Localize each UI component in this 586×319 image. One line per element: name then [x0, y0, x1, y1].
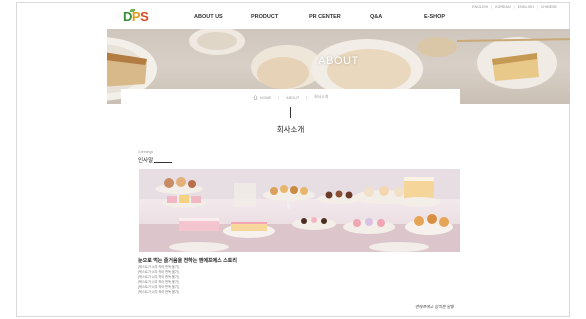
breadcrumb-current[interactable]: 회사소개: [314, 95, 328, 100]
breadcrumb-home[interactable]: HOME: [253, 95, 271, 100]
language-link[interactable]: ENGLISH: [472, 5, 488, 9]
dessert-illustration: [139, 169, 460, 252]
greetings-caption: Greetings: [138, 150, 154, 154]
language-link[interactable]: CHINESE: [541, 5, 557, 9]
greetings-underline: [154, 162, 173, 163]
page-title: 회사소개: [276, 125, 305, 134]
hero-title: ABOUT: [318, 55, 359, 67]
leaf-icon: [130, 9, 135, 12]
home-icon: [253, 95, 258, 100]
nav-qna[interactable]: Q&A: [370, 14, 382, 20]
main-nav: ABOUT US PRODUCT PR CENTER Q&A E-SHOP: [172, 14, 472, 24]
breadcrumb: HOME | ABOUT | 회사소개: [121, 95, 460, 100]
breadcrumb-home-label: HOME: [259, 95, 272, 100]
site-logo[interactable]: D P S: [123, 9, 151, 25]
story-line: (텍스트가 너무 작아 판독 불가): [138, 290, 179, 294]
signature: 엔에프에스 임직원 일동: [414, 304, 454, 309]
nav-pr-center[interactable]: PR CENTER: [309, 14, 341, 20]
language-links: ENGLISH | KOREAN | ENGLISH | CHINESE: [472, 5, 557, 9]
logo-letter: S: [140, 9, 149, 24]
greetings-label: 인사말: [138, 158, 154, 164]
language-link[interactable]: KOREAN: [495, 5, 510, 9]
breadcrumb-about[interactable]: ABOUT: [286, 96, 299, 100]
dessert-table-photo: [139, 169, 460, 252]
story-title: 눈으로 먹는 즐거움을 전하는 엔에프에스 스토리: [138, 258, 237, 264]
nav-about-us[interactable]: ABOUT US: [194, 14, 223, 20]
nav-e-shop[interactable]: E-SHOP: [424, 14, 445, 20]
language-link[interactable]: ENGLISH: [518, 5, 534, 9]
content-panel: HOME | ABOUT | 회사소개 회사소개 Greetings 인사말 눈…: [121, 89, 460, 315]
greetings-heading: 인사말: [138, 156, 173, 164]
nav-product[interactable]: PRODUCT: [251, 14, 278, 20]
story-body: (텍스트가 너무 작아 판독 불가) (텍스트가 너무 작아 판독 불가) (텍…: [138, 265, 428, 295]
title-divider: [290, 107, 291, 118]
